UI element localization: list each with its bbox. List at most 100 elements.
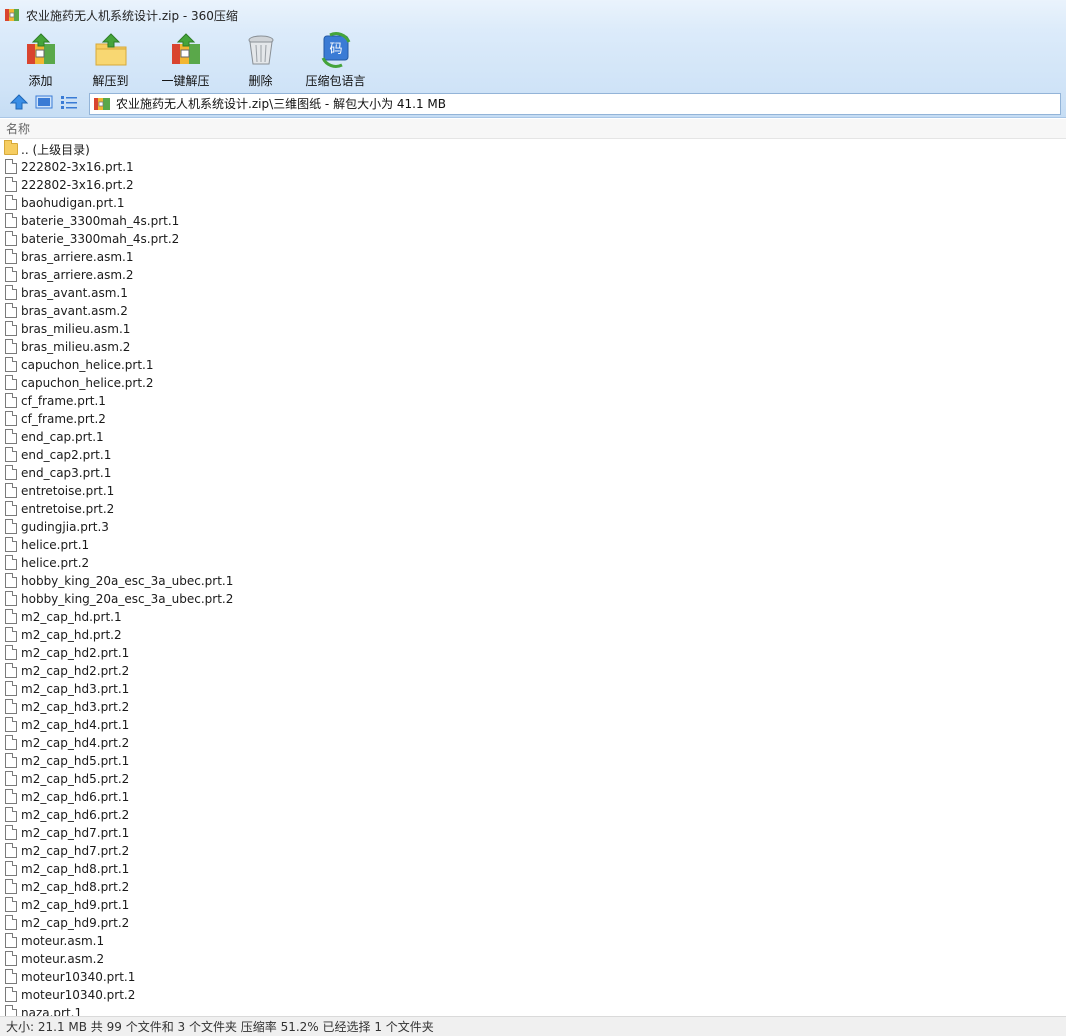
file-row[interactable]: m2_cap_hd8.prt.1	[0, 860, 1066, 878]
file-row[interactable]: m2_cap_hd2.prt.1	[0, 644, 1066, 662]
file-row[interactable]: bras_milieu.asm.1	[0, 320, 1066, 338]
file-row[interactable]: moteur10340.prt.1	[0, 968, 1066, 986]
file-name: end_cap3.prt.1	[21, 466, 112, 480]
file-row[interactable]: helice.prt.2	[0, 554, 1066, 572]
file-icon	[4, 969, 18, 985]
file-row[interactable]: baterie_3300mah_4s.prt.2	[0, 230, 1066, 248]
file-row[interactable]: helice.prt.1	[0, 536, 1066, 554]
file-name: bras_avant.asm.1	[21, 286, 128, 300]
list-view-icon	[60, 94, 78, 113]
file-row[interactable]: bras_arriere.asm.2	[0, 266, 1066, 284]
file-icon	[4, 915, 18, 931]
address-bar: 农业施药无人机系统设计.zip\三维图纸 - 解包大小为 41.1 MB	[0, 90, 1066, 118]
file-row[interactable]: m2_cap_hd9.prt.2	[0, 914, 1066, 932]
file-icon	[4, 267, 18, 283]
column-header-label: 名称	[6, 122, 31, 136]
extract-to-button[interactable]: 解压到	[73, 30, 148, 90]
file-row[interactable]: bras_avant.asm.1	[0, 284, 1066, 302]
file-row[interactable]: m2_cap_hd8.prt.2	[0, 878, 1066, 896]
file-name: end_cap2.prt.1	[21, 448, 112, 462]
file-row[interactable]: hobby_king_20a_esc_3a_ubec.prt.1	[0, 572, 1066, 590]
file-row[interactable]: gudingjia.prt.3	[0, 518, 1066, 536]
up-arrow-icon	[9, 94, 29, 113]
file-name: hobby_king_20a_esc_3a_ubec.prt.1	[21, 574, 234, 588]
parent-folder-row[interactable]: .. (上级目录)	[0, 140, 1066, 158]
file-name: m2_cap_hd6.prt.1	[21, 790, 130, 804]
file-name: bras_arriere.asm.2	[21, 268, 134, 282]
file-row[interactable]: baohudigan.prt.1	[0, 194, 1066, 212]
file-row[interactable]: bras_arriere.asm.1	[0, 248, 1066, 266]
thumbnail-view-button[interactable]	[33, 94, 55, 114]
file-row[interactable]: m2_cap_hd2.prt.2	[0, 662, 1066, 680]
file-row[interactable]: m2_cap_hd5.prt.2	[0, 770, 1066, 788]
file-name: m2_cap_hd8.prt.1	[21, 862, 130, 876]
status-text: 大小: 21.1 MB 共 99 个文件和 3 个文件夹 压缩率 51.2% 已…	[6, 1020, 434, 1034]
file-row[interactable]: end_cap.prt.1	[0, 428, 1066, 446]
file-row[interactable]: 222802-3x16.prt.1	[0, 158, 1066, 176]
delete-trash-icon	[243, 32, 279, 68]
file-row[interactable]: m2_cap_hd3.prt.2	[0, 698, 1066, 716]
add-button[interactable]: 添加	[8, 30, 73, 90]
file-name: hobby_king_20a_esc_3a_ubec.prt.2	[21, 592, 234, 606]
file-name: bras_arriere.asm.1	[21, 250, 134, 264]
file-name: cf_frame.prt.2	[21, 412, 106, 426]
file-icon	[4, 213, 18, 229]
language-glyph: 码	[329, 42, 342, 57]
file-row[interactable]: bras_milieu.asm.2	[0, 338, 1066, 356]
file-row[interactable]: m2_cap_hd7.prt.2	[0, 842, 1066, 860]
file-row[interactable]: m2_cap_hd6.prt.1	[0, 788, 1066, 806]
file-row[interactable]: end_cap3.prt.1	[0, 464, 1066, 482]
path-field[interactable]: 农业施药无人机系统设计.zip\三维图纸 - 解包大小为 41.1 MB	[89, 92, 1061, 115]
file-icon	[4, 933, 18, 949]
archive-language-label: 压缩包语言	[305, 74, 366, 88]
file-row[interactable]: cf_frame.prt.1	[0, 392, 1066, 410]
file-row[interactable]: m2_cap_hd6.prt.2	[0, 806, 1066, 824]
file-row[interactable]: m2_cap_hd4.prt.2	[0, 734, 1066, 752]
archive-language-button[interactable]: 码 压缩包语言	[298, 30, 373, 90]
file-row[interactable]: capuchon_helice.prt.1	[0, 356, 1066, 374]
file-name: gudingjia.prt.3	[21, 520, 109, 534]
file-name: bras_milieu.asm.2	[21, 340, 131, 354]
delete-button[interactable]: 删除	[223, 30, 298, 90]
file-row[interactable]: end_cap2.prt.1	[0, 446, 1066, 464]
list-view-button[interactable]	[58, 94, 80, 114]
file-icon	[4, 645, 18, 661]
file-name: capuchon_helice.prt.1	[21, 358, 154, 372]
file-row[interactable]: moteur.asm.2	[0, 950, 1066, 968]
file-row[interactable]: cf_frame.prt.2	[0, 410, 1066, 428]
file-name: 222802-3x16.prt.2	[21, 178, 134, 192]
file-row[interactable]: m2_cap_hd5.prt.1	[0, 752, 1066, 770]
file-row[interactable]: m2_cap_hd3.prt.1	[0, 680, 1066, 698]
file-name: baterie_3300mah_4s.prt.2	[21, 232, 180, 246]
up-level-button[interactable]	[8, 94, 30, 114]
title-bar: 农业施药无人机系统设计.zip - 360压缩	[0, 0, 1066, 30]
file-row[interactable]: m2_cap_hd4.prt.1	[0, 716, 1066, 734]
path-text: 农业施药无人机系统设计.zip\三维图纸 - 解包大小为 41.1 MB	[116, 97, 447, 111]
file-row[interactable]: naza.prt.1	[0, 1004, 1066, 1016]
file-row[interactable]: hobby_king_20a_esc_3a_ubec.prt.2	[0, 590, 1066, 608]
file-name: cf_frame.prt.1	[21, 394, 106, 408]
file-row[interactable]: capuchon_helice.prt.2	[0, 374, 1066, 392]
file-icon	[4, 717, 18, 733]
file-row[interactable]: entretoise.prt.2	[0, 500, 1066, 518]
file-row[interactable]: m2_cap_hd7.prt.1	[0, 824, 1066, 842]
file-icon	[4, 735, 18, 751]
column-header-name[interactable]: 名称	[0, 119, 1066, 139]
file-icon	[4, 699, 18, 715]
folder-icon	[4, 140, 18, 157]
file-row[interactable]: moteur10340.prt.2	[0, 986, 1066, 1004]
file-row[interactable]: moteur.asm.1	[0, 932, 1066, 950]
file-name: m2_cap_hd4.prt.1	[21, 718, 130, 732]
file-row[interactable]: 222802-3x16.prt.2	[0, 176, 1066, 194]
file-row[interactable]: baterie_3300mah_4s.prt.1	[0, 212, 1066, 230]
file-row[interactable]: m2_cap_hd.prt.1	[0, 608, 1066, 626]
file-row[interactable]: m2_cap_hd9.prt.1	[0, 896, 1066, 914]
file-row[interactable]: entretoise.prt.1	[0, 482, 1066, 500]
file-row[interactable]: bras_avant.asm.2	[0, 302, 1066, 320]
add-label: 添加	[28, 74, 53, 88]
file-name: helice.prt.2	[21, 556, 90, 570]
file-icon	[4, 573, 18, 589]
one-click-extract-button[interactable]: 一键解压	[148, 30, 223, 90]
file-row[interactable]: m2_cap_hd.prt.2	[0, 626, 1066, 644]
file-icon	[4, 339, 18, 355]
